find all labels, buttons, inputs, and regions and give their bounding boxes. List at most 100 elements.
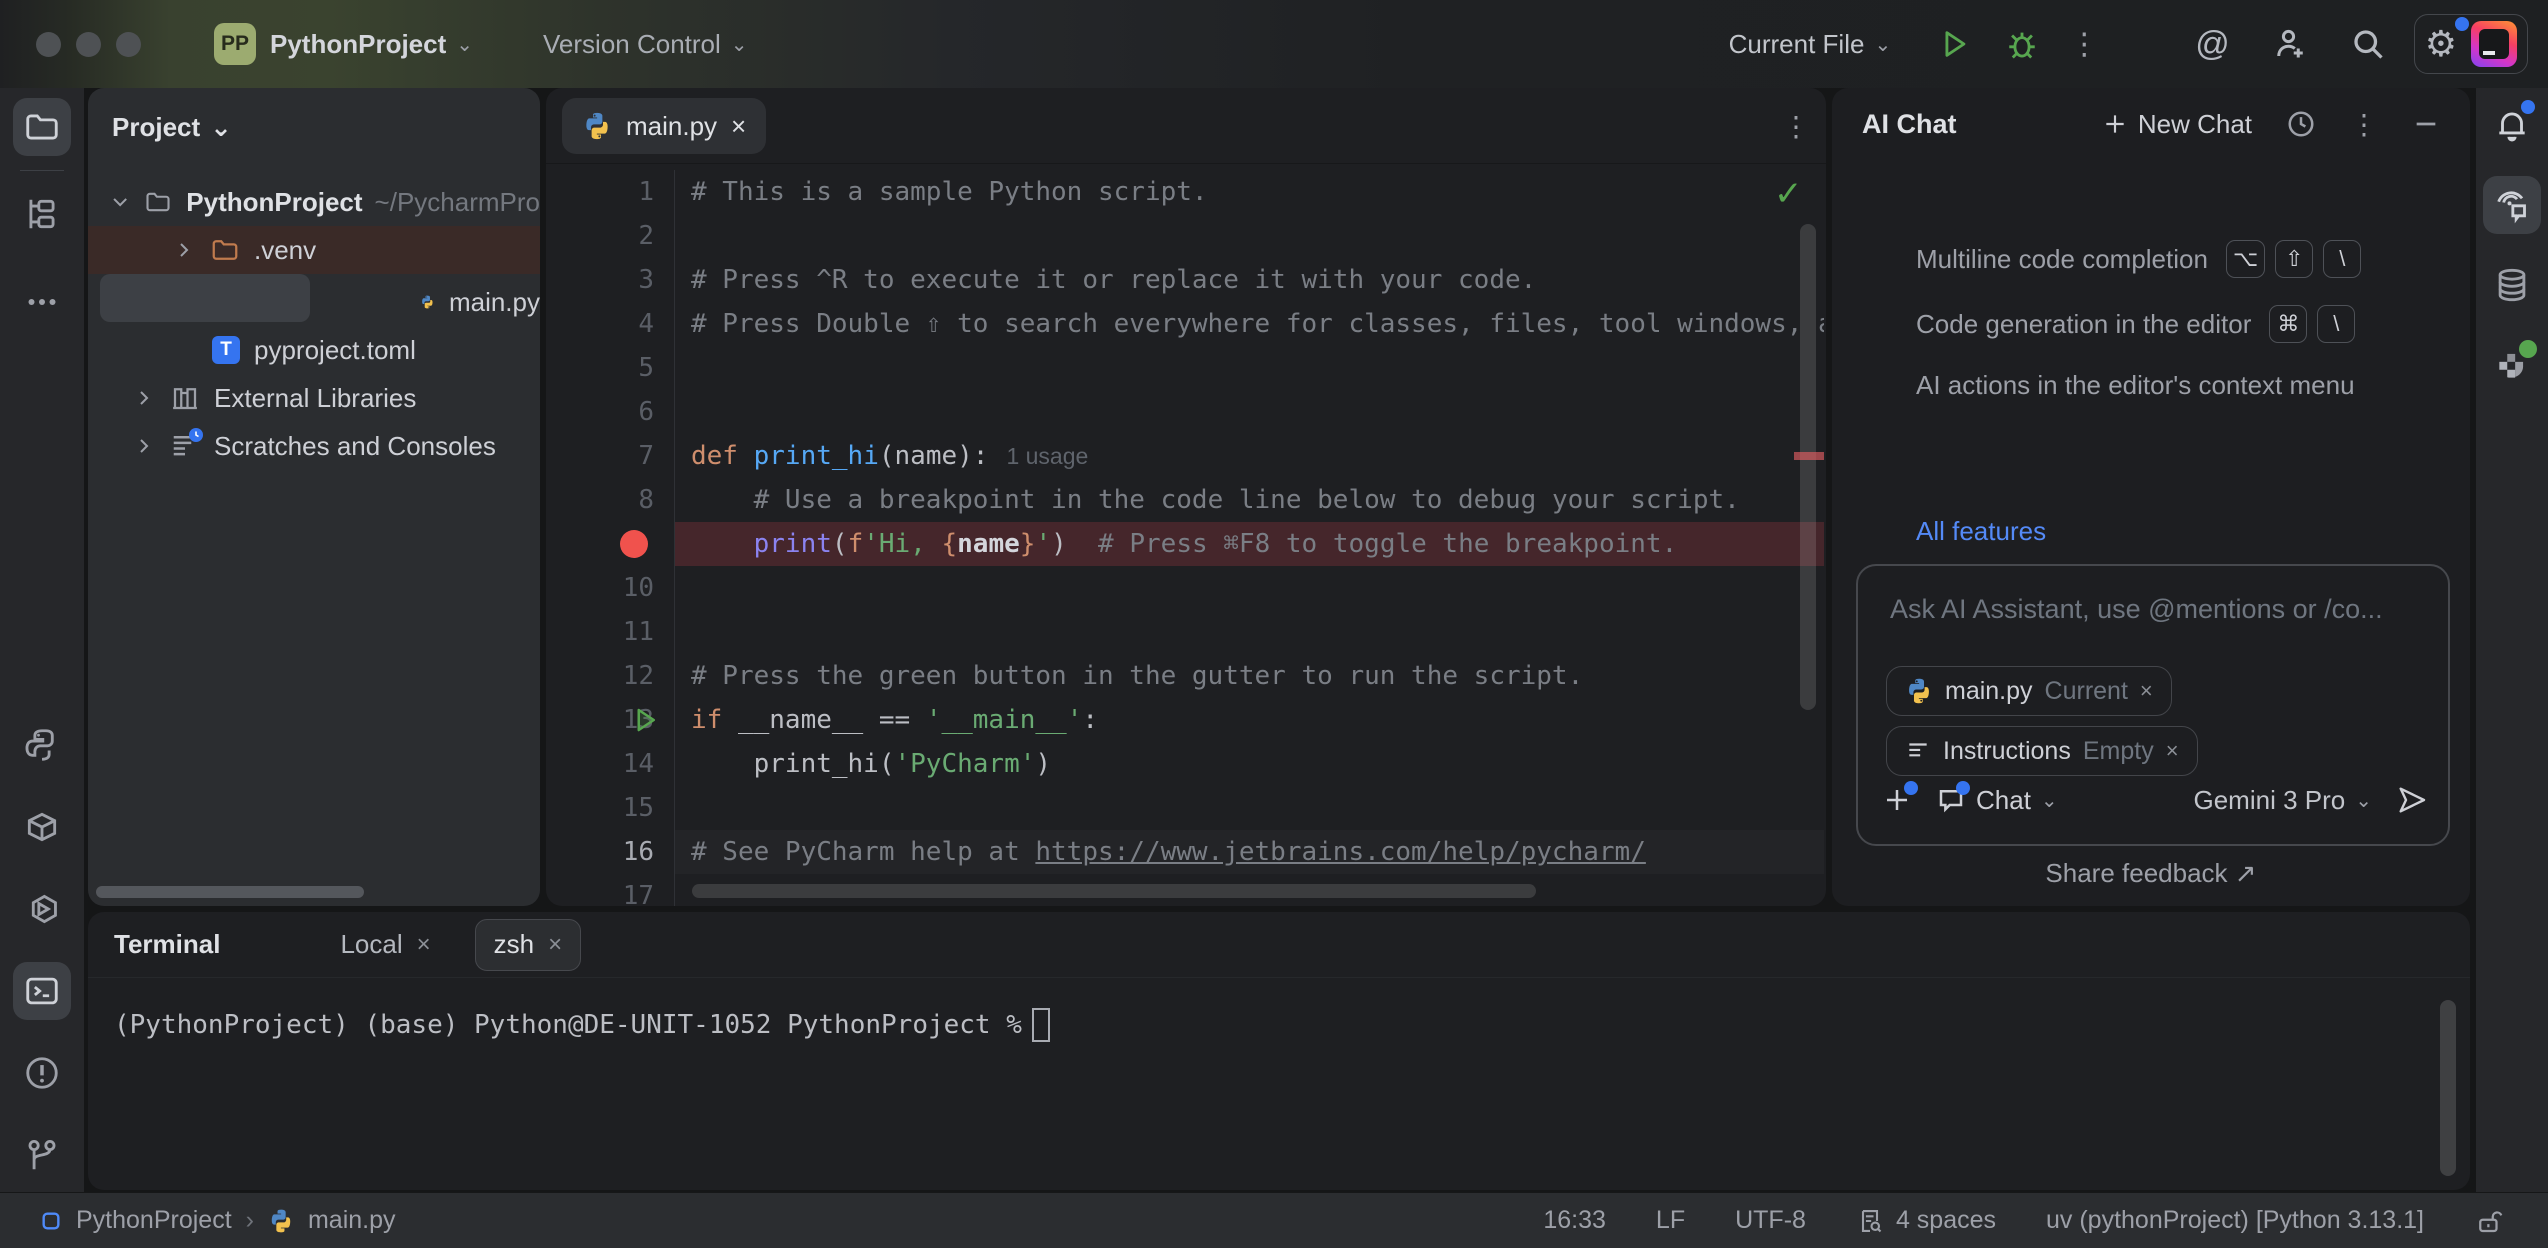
terminal-title[interactable]: Terminal (114, 929, 220, 960)
code-line[interactable]: print(f'Hi, {name}') # Press ⌘F8 to togg… (546, 522, 1826, 566)
code-line[interactable]: 5 (546, 346, 1826, 390)
chevron-down-icon[interactable] (108, 189, 132, 215)
gutter-line-number[interactable]: 5 (546, 346, 674, 390)
gutter-line-number[interactable]: 4 (546, 302, 674, 346)
ai-prompt-card[interactable]: Ask AI Assistant, use @mentions or /co..… (1856, 564, 2450, 846)
code-with-me-icon[interactable] (2272, 26, 2308, 62)
breadcrumb-project[interactable]: PythonProject (76, 1206, 232, 1235)
line-ending[interactable]: LF (1656, 1206, 1685, 1235)
code-line[interactable]: 6 (546, 390, 1826, 434)
tab-close-icon[interactable]: × (417, 931, 431, 959)
traffic-lights[interactable] (36, 32, 156, 57)
more-tool-windows-button[interactable] (13, 273, 71, 331)
settings-gear-icon[interactable]: ⚙ (2425, 26, 2457, 62)
gutter-line-number[interactable]: 1 (546, 170, 674, 214)
ai-options-kebab[interactable]: ⋮ (2350, 108, 2378, 141)
code-line[interactable]: 2 (546, 214, 1826, 258)
version-control-menu[interactable]: Version Control (543, 29, 721, 60)
tree-item-scratches[interactable]: Scratches and Consoles (88, 422, 540, 470)
notifications-bell-button[interactable] (2483, 96, 2541, 154)
breadcrumb[interactable]: PythonProject › main.py (40, 1206, 396, 1235)
tree-item-root[interactable]: PythonProject ~/PycharmPro (88, 178, 540, 226)
database-tool-button[interactable] (2483, 256, 2541, 314)
pycharm-logo-icon[interactable] (2471, 21, 2517, 67)
gutter-line-number[interactable]: 16 (546, 830, 674, 874)
gutter-line-number[interactable]: 10 (546, 566, 674, 610)
context-chip-file[interactable]: main.py Current × (1886, 666, 2172, 716)
tree-item-pyproject-toml[interactable]: T pyproject.toml (88, 326, 540, 374)
chip-close-icon[interactable]: × (2166, 738, 2179, 764)
ai-prompt-placeholder[interactable]: Ask AI Assistant, use @mentions or /co..… (1890, 594, 2383, 625)
project-horizontal-scrollbar[interactable] (96, 886, 364, 898)
gutter-line-number[interactable]: 15 (546, 786, 674, 830)
code-line[interactable]: 3# Press ^R to execute it or replace it … (546, 258, 1826, 302)
editor-options-kebab[interactable]: ⋮ (1782, 110, 1810, 143)
code-line[interactable]: 13if __name__ == '__main__': (546, 698, 1826, 742)
window-minimize-button[interactable] (76, 32, 101, 57)
gutter-line-number[interactable]: 12 (546, 654, 674, 698)
terminal-panel[interactable]: Terminal Local × zsh × (PythonProject) (… (88, 912, 2470, 1190)
code-line[interactable]: 8 # Use a breakpoint in the code line be… (546, 478, 1826, 522)
all-features-link[interactable]: All features (1916, 516, 2046, 547)
problems-button[interactable] (13, 1044, 71, 1102)
code-line[interactable]: 10 (546, 566, 1826, 610)
code-line[interactable]: 1# This is a sample Python script. (546, 170, 1826, 214)
tree-item-external-libraries[interactable]: External Libraries (88, 374, 540, 422)
window-zoom-button[interactable] (116, 32, 141, 57)
gutter-line-number[interactable]: 11 (546, 610, 674, 654)
chat-mode-selector[interactable]: Chat ⌄ (1936, 785, 2058, 816)
send-button[interactable] (2396, 784, 2428, 816)
tab-close-icon[interactable]: × (731, 111, 746, 142)
share-feedback-link[interactable]: Share feedback ↗ (1832, 858, 2470, 889)
window-close-button[interactable] (36, 32, 61, 57)
terminal-scrollbar[interactable] (2440, 1000, 2456, 1176)
editor-area[interactable]: main.py × ⋮ ✓ 1# This is a sample Python… (546, 88, 1826, 906)
gutter-line-number[interactable]: 3 (546, 258, 674, 302)
hide-panel-button[interactable] (2412, 110, 2440, 138)
gutter-line-number[interactable]: 8 (546, 478, 674, 522)
project-tool-button[interactable] (13, 98, 71, 156)
python-packages-button[interactable] (13, 798, 71, 856)
model-selector[interactable]: Gemini 3 Pro ⌄ (2194, 785, 2373, 816)
tab-close-icon[interactable]: × (548, 931, 562, 959)
breakpoint-icon[interactable] (620, 530, 648, 558)
gutter-line-number[interactable]: 7 (546, 434, 674, 478)
plugin-tool-button[interactable] (2483, 336, 2541, 394)
code-line[interactable]: 14 print_hi('PyCharm') (546, 742, 1826, 786)
code-line[interactable]: 7def print_hi(name):1 usage (546, 434, 1826, 478)
ai-mentions-icon[interactable]: @ (2195, 25, 2230, 64)
gutter-line-number[interactable]: 17 (546, 874, 674, 906)
terminal-tab-local[interactable]: Local × (340, 929, 430, 960)
chat-history-clock-icon[interactable] (2286, 109, 2316, 139)
python-interpreter[interactable]: uv (pythonProject) [Python 3.13.1] (2046, 1206, 2424, 1235)
indent-setting[interactable]: 4 spaces (1856, 1206, 1996, 1235)
tab-main-py[interactable]: main.py × (562, 98, 766, 154)
git-button[interactable] (13, 1126, 71, 1184)
lock-open-icon[interactable] (2474, 1206, 2504, 1236)
breadcrumb-file[interactable]: main.py (308, 1206, 396, 1235)
chevron-right-icon[interactable] (172, 238, 196, 262)
services-button[interactable] (13, 880, 71, 938)
structure-tool-button[interactable] (13, 185, 71, 243)
code-line[interactable]: 11 (546, 610, 1826, 654)
code-line[interactable]: 12# Press the green button in the gutter… (546, 654, 1826, 698)
ai-chat-tool-button[interactable] (2483, 176, 2541, 234)
gutter-line-number[interactable]: 6 (546, 390, 674, 434)
gutter-line-number[interactable]: 2 (546, 214, 674, 258)
more-actions-kebab[interactable]: ⋮ (2069, 27, 2099, 62)
run-button[interactable] (1937, 27, 1971, 61)
tree-item-main-py[interactable]: main.py (88, 278, 540, 326)
attach-context-button[interactable] (1882, 785, 1912, 815)
usage-inlay-hint[interactable]: 1 usage (1006, 443, 1088, 470)
terminal-prompt-line[interactable]: (PythonProject) (base) Python@DE-UNIT-10… (114, 1008, 1050, 1042)
caret-position[interactable]: 16:33 (1543, 1206, 1606, 1235)
run-gutter-icon[interactable] (630, 705, 660, 735)
project-panel-header[interactable]: Project ⌄ (112, 112, 242, 143)
chip-close-icon[interactable]: × (2140, 678, 2153, 704)
gutter-line-number[interactable]: 14 (546, 742, 674, 786)
debug-button[interactable] (2005, 27, 2039, 61)
editor-vertical-scrollbar[interactable] (1800, 224, 1816, 710)
chevron-right-icon[interactable] (132, 386, 156, 410)
new-chat-button[interactable]: New Chat (2102, 109, 2252, 140)
run-config-selector[interactable]: Current File (1729, 29, 1865, 60)
